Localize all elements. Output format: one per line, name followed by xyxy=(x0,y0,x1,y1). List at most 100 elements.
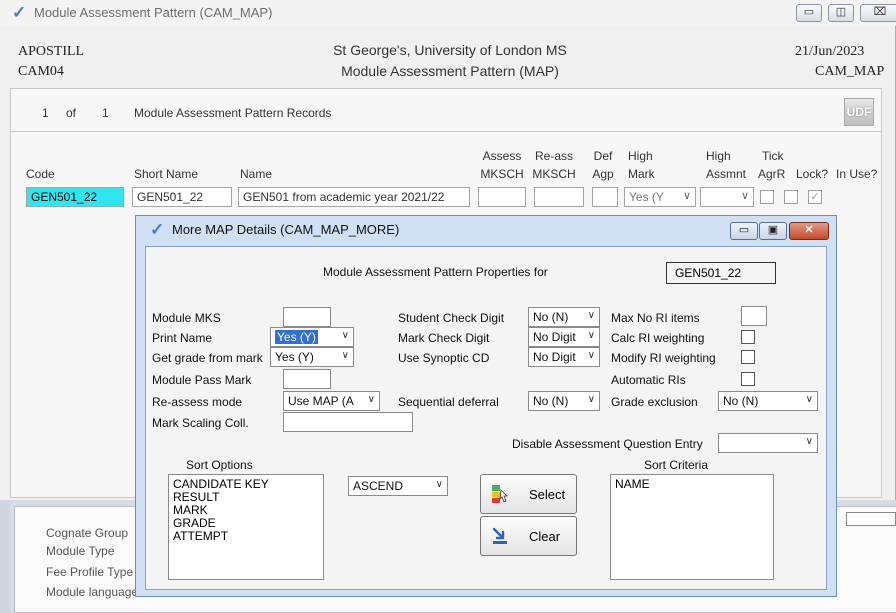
mark-check-digit-combo[interactable]: No Digit ∨ xyxy=(528,327,600,347)
label-module-pass-mark: Module Pass Mark xyxy=(152,373,252,387)
code-field[interactable]: GEN501_22 xyxy=(26,187,124,207)
chevron-down-icon: ∨ xyxy=(587,330,595,341)
clear-arrow-icon xyxy=(492,527,507,544)
header-center-line2: Module Assessment Pattern (MAP) xyxy=(341,63,559,79)
chevron-down-icon: ∨ xyxy=(587,350,595,361)
label-student-check-digit: Student Check Digit xyxy=(398,311,505,325)
dialog-maximize-button[interactable]: ▣ xyxy=(759,222,787,240)
assess-mksch-field[interactable] xyxy=(478,187,526,207)
chevron-down-icon: ∨ xyxy=(805,436,813,447)
sort-options-heading: Sort Options xyxy=(186,458,253,472)
sequential-deferral-value: No (N) xyxy=(533,394,569,408)
label-max-no-ri-items: Max No RI items xyxy=(611,311,700,325)
student-check-digit-combo[interactable]: No (N) ∨ xyxy=(528,307,600,327)
minimize-button[interactable]: ▭ xyxy=(796,4,822,22)
reassess-mode-combo[interactable]: Use MAP (A ∨ xyxy=(283,391,380,411)
sort-order-value: ASCEND xyxy=(353,479,404,493)
header-center-line1: St George's, University of London MS xyxy=(333,42,567,58)
col-header-short-name: Short Name xyxy=(134,167,199,181)
col-header-def-line2: Agp xyxy=(592,167,614,181)
lower-label-fee-profile-type: Fee Profile Type xyxy=(46,565,134,579)
sort-options-list[interactable]: CANDIDATE KEY RESULT MARK GRADE ATTEMPT xyxy=(168,474,324,580)
select-button[interactable]: Select xyxy=(480,474,577,514)
name-field[interactable]: GEN501 from academic year 2021/22 xyxy=(238,187,470,207)
print-name-combo[interactable]: Yes (Y) ∨ xyxy=(270,327,354,347)
lower-label-cognate-group: Cognate Group xyxy=(46,526,129,540)
use-synoptic-cd-combo[interactable]: No Digit ∨ xyxy=(528,347,600,367)
header-left-line2: CAM04 xyxy=(18,64,64,79)
label-get-grade-from-mark: Get grade from mark xyxy=(152,351,263,365)
grade-exclusion-value: No (N) xyxy=(723,394,759,408)
record-current: 1 xyxy=(42,106,49,120)
in-use-checkbox[interactable]: ✓ xyxy=(808,190,822,204)
header-left-line1: APOSTILL xyxy=(18,44,85,59)
lock-checkbox[interactable] xyxy=(784,190,798,204)
col-header-assess-line2: MKSCH xyxy=(480,167,524,181)
properties-code-box: GEN501_22 xyxy=(666,262,776,284)
col-header-name: Name xyxy=(240,167,273,181)
def-agp-field[interactable] xyxy=(592,187,618,207)
col-header-code: Code xyxy=(26,167,55,181)
chevron-down-icon: ∨ xyxy=(341,350,349,361)
mark-scaling-field[interactable] xyxy=(283,412,413,432)
short-name-field[interactable]: GEN501_22 xyxy=(132,187,232,207)
col-header-high-mark-line2: Mark xyxy=(628,167,655,181)
label-mark-check-digit: Mark Check Digit xyxy=(398,331,490,345)
module-pass-mark-field[interactable] xyxy=(283,369,331,389)
lower-field[interactable] xyxy=(846,512,896,526)
record-of: of xyxy=(66,106,77,120)
calc-ri-weighting-checkbox[interactable] xyxy=(741,330,755,344)
label-disable-assessment-question-entry: Disable Assessment Question Entry xyxy=(512,437,703,451)
mark-check-digit-value: No Digit xyxy=(533,330,576,344)
dialog-check-icon: ✓ xyxy=(150,220,165,239)
label-grade-exclusion: Grade exclusion xyxy=(611,395,698,409)
properties-heading: Module Assessment Pattern Properties for xyxy=(323,265,548,279)
sort-criteria-heading: Sort Criteria xyxy=(644,458,709,472)
max-ri-items-field[interactable] xyxy=(741,306,767,326)
dialog-minimize-button[interactable]: ▭ xyxy=(730,222,758,240)
col-header-tick-line2: AgrR xyxy=(758,167,786,181)
dialog-close-button[interactable]: ✕ xyxy=(789,222,829,240)
clear-button-label: Clear xyxy=(529,529,561,544)
record-label: Module Assessment Pattern Records xyxy=(134,106,332,120)
get-grade-combo[interactable]: Yes (Y) ∨ xyxy=(270,347,354,367)
disable-aqe-combo[interactable]: ∨ xyxy=(718,433,818,453)
label-use-synoptic-cd: Use Synoptic CD xyxy=(398,351,490,365)
record-total: 1 xyxy=(102,106,109,120)
col-header-lock: Lock? xyxy=(796,167,829,181)
reass-mksch-field[interactable] xyxy=(534,187,584,207)
select-criteria-icon xyxy=(492,485,508,503)
close-button[interactable]: ⌧ xyxy=(860,4,896,22)
col-header-assess-line1: Assess xyxy=(482,149,522,163)
chevron-down-icon: ∨ xyxy=(435,479,443,490)
reassess-mode-value: Use MAP (A xyxy=(288,394,354,408)
lower-label-module-type: Module Type xyxy=(46,544,115,558)
sort-criteria-list[interactable]: NAME xyxy=(610,474,774,580)
use-synoptic-cd-value: No Digit xyxy=(533,350,576,364)
col-header-def-line1: Def xyxy=(593,149,613,163)
tick-agrr-checkbox[interactable] xyxy=(760,190,774,204)
list-item[interactable]: ATTEMPT xyxy=(173,530,319,543)
high-assmnt-combo[interactable]: ∨ xyxy=(700,187,754,207)
grade-exclusion-combo[interactable]: No (N) ∨ xyxy=(718,391,818,411)
sequential-deferral-combo[interactable]: No (N) ∨ xyxy=(528,391,600,411)
modify-ri-weighting-checkbox[interactable] xyxy=(741,350,755,364)
col-header-tick-line1: Tick xyxy=(762,149,784,163)
list-item[interactable]: NAME xyxy=(615,478,769,491)
sort-order-combo[interactable]: ASCEND ∨ xyxy=(348,476,448,496)
maximize-button[interactable]: ◫ xyxy=(828,4,854,22)
udf-button[interactable]: UDF xyxy=(844,98,874,126)
student-check-digit-value: No (N) xyxy=(533,310,569,324)
module-mks-field[interactable] xyxy=(283,307,331,327)
automatic-ris-checkbox[interactable] xyxy=(741,372,755,386)
chevron-down-icon: ∨ xyxy=(740,190,749,202)
label-reassess-mode: Re-assess mode xyxy=(152,395,243,409)
clear-button[interactable]: Clear xyxy=(480,516,577,556)
high-mark-value: Yes (Y xyxy=(629,190,664,204)
select-button-label: Select xyxy=(529,487,566,502)
high-mark-combo[interactable]: Yes (Y ∨ xyxy=(624,187,696,207)
label-calc-ri-weighting: Calc RI weighting xyxy=(611,331,705,345)
chevron-down-icon: ∨ xyxy=(805,394,813,405)
header-form-code: CAM_MAP xyxy=(815,64,885,79)
chevron-down-icon: ∨ xyxy=(587,310,595,321)
